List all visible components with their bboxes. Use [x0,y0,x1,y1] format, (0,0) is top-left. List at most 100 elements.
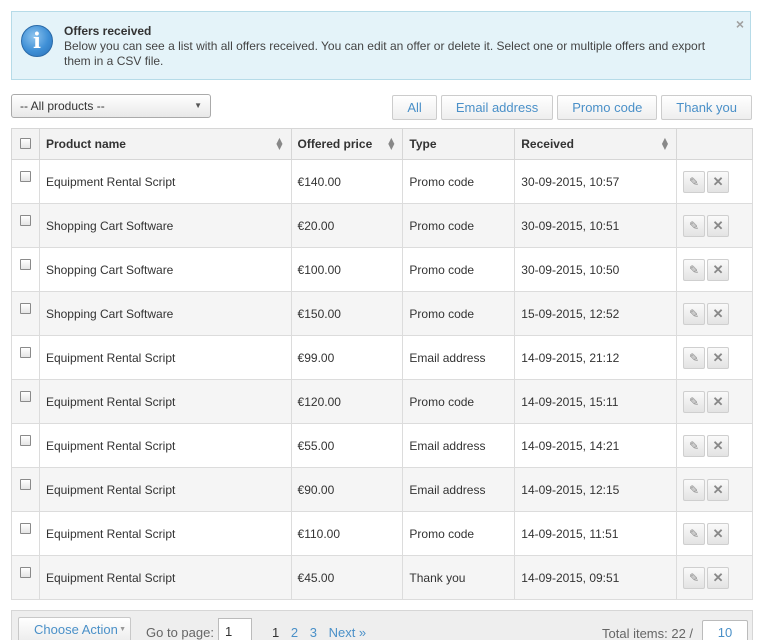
header-received[interactable]: Received ▲ ▼ [514,128,678,160]
type-cell: Email address [402,335,516,380]
pagination: 1 2 3 Next » [272,625,374,640]
offers-table: Product name ▲ ▼ Offered price ▲ ▼ Type Re… [11,128,753,600]
edit-pencil-icon[interactable]: ✎ [683,258,706,281]
close-icon[interactable]: × [736,16,744,32]
received-cell: 30-09-2015, 10:57 [514,159,678,204]
table-row: Equipment Rental Script €110.00 Promo co… [11,511,753,556]
delete-x-icon[interactable]: ✕ [707,478,730,501]
row-select-cell [11,511,40,556]
received-cell: 14-09-2015, 14:21 [514,423,678,468]
sort-icon[interactable]: ▲ ▼ [662,137,668,151]
received-cell: 14-09-2015, 21:12 [514,335,678,380]
select-all-header [11,128,40,160]
actions-cell: ✎ ✕ [676,423,753,468]
delete-x-icon[interactable]: ✕ [707,302,730,325]
edit-pencil-icon[interactable]: ✎ [683,390,706,413]
filter-tab-promo-code[interactable]: Promo code [557,95,658,120]
edit-pencil-icon[interactable]: ✎ [683,434,706,457]
actions-cell: ✎ ✕ [676,159,753,204]
next-page-link[interactable]: Next » [329,625,367,640]
header-type-label: Type [409,137,437,151]
row-checkbox[interactable] [19,390,31,402]
delete-x-icon[interactable]: ✕ [707,390,730,413]
header-product-name[interactable]: Product name ▲ ▼ [38,128,292,160]
offered-price-cell: €150.00 [290,291,404,336]
header-offered-price[interactable]: Offered price ▲ ▼ [290,128,404,160]
chevron-down-icon: ▼ [194,101,202,110]
delete-x-icon[interactable]: ✕ [707,566,730,589]
product-name-cell: Equipment Rental Script [38,379,292,424]
table-row: Equipment Rental Script €140.00 Promo co… [11,159,753,204]
product-filter-select[interactable]: -- All products -- ▼ [11,94,211,118]
row-checkbox[interactable] [19,346,31,358]
goto-page-input[interactable] [218,618,252,640]
product-name-cell: Equipment Rental Script [38,159,292,204]
product-name-cell: Shopping Cart Software [38,203,292,248]
row-checkbox[interactable] [19,522,31,534]
edit-pencil-icon[interactable]: ✎ [683,214,706,237]
row-checkbox[interactable] [19,302,31,314]
table-header-row: Product name ▲ ▼ Offered price ▲ ▼ Type Re… [11,128,753,160]
filter-tab-thank-you[interactable]: Thank you [661,95,752,120]
delete-x-icon[interactable]: ✕ [707,214,730,237]
delete-x-icon[interactable]: ✕ [707,170,730,193]
table-footer: Choose Action ▼ Go to page: 1 2 3 Next »… [11,610,753,640]
info-notice: i Offers received Below you can see a li… [11,11,751,80]
edit-pencil-icon[interactable]: ✎ [683,478,706,501]
product-name-cell: Shopping Cart Software [38,291,292,336]
delete-x-icon[interactable]: ✕ [707,522,730,545]
choose-action-label: Choose Action [34,622,118,637]
type-cell: Email address [402,467,516,512]
row-checkbox[interactable] [19,566,31,578]
row-select-cell [11,467,40,512]
row-select-cell [11,423,40,468]
offered-price-cell: €90.00 [290,467,404,512]
edit-pencil-icon[interactable]: ✎ [683,522,706,545]
table-row: Equipment Rental Script €90.00 Email add… [11,467,753,512]
delete-x-icon[interactable]: ✕ [707,346,730,369]
row-checkbox[interactable] [19,258,31,270]
edit-pencil-icon[interactable]: ✎ [683,566,706,589]
sort-icon[interactable]: ▲ ▼ [388,137,394,151]
product-name-cell: Equipment Rental Script [38,467,292,512]
page-link[interactable]: 3 [310,625,317,640]
type-cell: Promo code [402,379,516,424]
info-icon: i [21,25,53,57]
edit-pencil-icon[interactable]: ✎ [683,170,706,193]
offered-price-cell: €100.00 [290,247,404,292]
delete-x-icon[interactable]: ✕ [707,258,730,281]
row-checkbox[interactable] [19,434,31,446]
actions-cell: ✎ ✕ [676,247,753,292]
actions-cell: ✎ ✕ [676,511,753,556]
received-cell: 30-09-2015, 10:50 [514,247,678,292]
choose-action-dropdown[interactable]: Choose Action ▼ [18,617,131,640]
table-row: Equipment Rental Script €99.00 Email add… [11,335,753,380]
table-row: Shopping Cart Software €20.00 Promo code… [11,203,753,248]
row-checkbox[interactable] [19,214,31,226]
per-page-select[interactable]: 10 [702,620,748,640]
product-filter-value: -- All products -- [20,99,105,113]
page-link[interactable]: 2 [291,625,298,640]
product-name-cell: Equipment Rental Script [38,335,292,380]
header-product-name-label: Product name [45,137,126,151]
table-row: Equipment Rental Script €45.00 Thank you… [11,555,753,600]
received-cell: 14-09-2015, 11:51 [514,511,678,556]
goto-page-label: Go to page: [146,625,214,640]
type-cell: Promo code [402,203,516,248]
row-checkbox[interactable] [19,170,31,182]
table-row: Equipment Rental Script €55.00 Email add… [11,423,753,468]
total-items-label: Total items: 22 / [602,626,694,640]
actions-cell: ✎ ✕ [676,291,753,336]
filter-tab-all[interactable]: All [392,95,437,120]
actions-cell: ✎ ✕ [676,379,753,424]
edit-pencil-icon[interactable]: ✎ [683,346,706,369]
sort-icon[interactable]: ▲ ▼ [276,137,282,151]
row-checkbox[interactable] [19,478,31,490]
received-cell: 14-09-2015, 09:51 [514,555,678,600]
chevron-down-icon: ▼ [119,626,126,633]
select-all-checkbox[interactable] [19,138,31,150]
filter-tab-email-address[interactable]: Email address [440,95,554,120]
edit-pencil-icon[interactable]: ✎ [683,302,706,325]
row-select-cell [11,379,40,424]
delete-x-icon[interactable]: ✕ [707,434,730,457]
